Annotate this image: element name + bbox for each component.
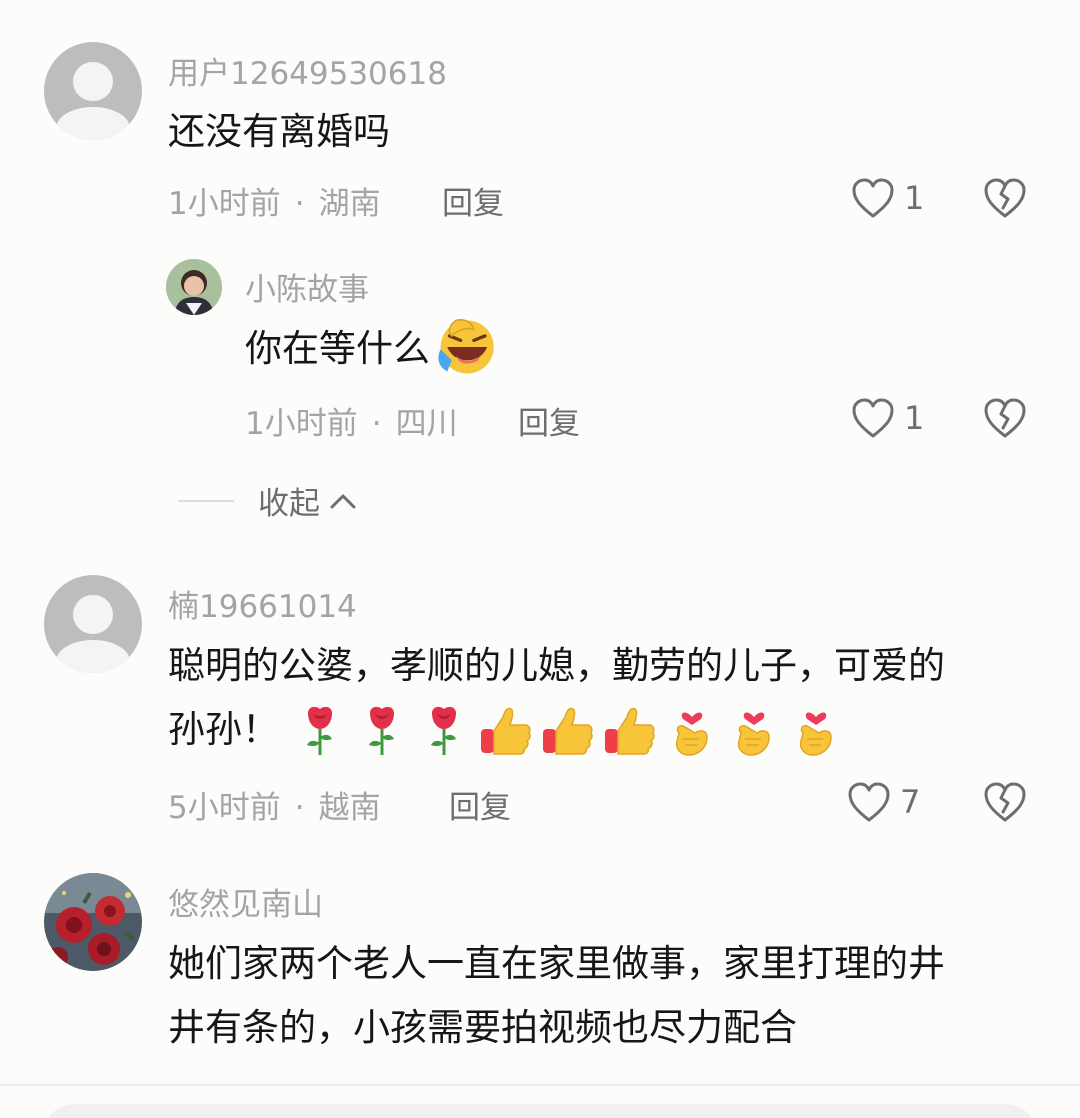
finger-heart-emoji: [675, 712, 708, 756]
rose-emoji: [431, 706, 456, 755]
broken-heart-icon: [984, 782, 1026, 822]
divider-line: [178, 499, 234, 502]
chevron-up-icon: [330, 494, 356, 508]
like-count: 1: [904, 399, 925, 437]
reply-button[interactable]: 回复: [442, 178, 504, 223]
emoji-row: [293, 703, 843, 757]
comment-text-line: 井有条的，小孩需要拍视频也尽力配合: [168, 1006, 797, 1049]
comment-text: 聪明的公婆，孝顺的儿媳，勤劳的儿子，可爱的 孙孙！: [168, 634, 1048, 762]
comment-input-bar[interactable]: [44, 1104, 1036, 1118]
comment-location: 湖南: [318, 186, 381, 222]
rose-emoji: [307, 706, 332, 755]
comment-time: 5小时前: [168, 790, 281, 826]
like-button[interactable]: 1: [850, 396, 924, 440]
comment-time: 1小时前: [168, 186, 281, 222]
thumbs-up-emoji: [543, 707, 593, 755]
heart-icon: [852, 178, 894, 218]
comment-text-line: 孙孙！: [168, 698, 1048, 762]
laughing-tears-emoji: [438, 318, 494, 374]
avatar[interactable]: [44, 873, 142, 971]
comment-text: 她们家两个老人一直在家里做事，家里打理的井 井有条的，小孩需要拍视频也尽力配合: [168, 932, 1048, 1060]
reply-button[interactable]: 回复: [449, 782, 511, 827]
input-divider: [0, 1084, 1080, 1086]
user-photo: [166, 259, 222, 315]
comment-meta: 5小时前 · 越南: [168, 790, 381, 826]
comment-text: 还没有离婚吗: [168, 110, 390, 153]
comment-text-line: 她们家两个老人一直在家里做事，家里打理的井: [168, 942, 945, 985]
dislike-button[interactable]: [982, 780, 1028, 828]
collapse-label: 收起: [258, 486, 320, 522]
like-button[interactable]: 1: [850, 176, 924, 220]
reply-username[interactable]: 小陈故事: [245, 264, 369, 309]
heart-icon: [848, 782, 890, 822]
reply-text-body: 你在等什么: [245, 327, 430, 370]
avatar[interactable]: [44, 42, 142, 140]
rose-photo: [44, 873, 142, 971]
comment-username[interactable]: 楠19661014: [168, 581, 357, 626]
comment-location: 越南: [318, 790, 381, 826]
reply-time: 1小时前: [245, 406, 358, 442]
reply-meta: 1小时前 · 四川: [245, 406, 458, 442]
comment-username[interactable]: 悠然见南山: [168, 879, 323, 924]
comment-list: 用户12649530618 还没有离婚吗 1小时前 · 湖南 回复 1 小陈故事…: [0, 0, 1080, 1118]
thumbs-up-emoji: [481, 707, 531, 755]
avatar[interactable]: [44, 575, 142, 673]
comment-text-line2: 孙孙！: [168, 708, 279, 751]
heart-icon: [852, 398, 894, 438]
comment-username[interactable]: 用户12649530618: [168, 48, 447, 93]
reply-location: 四川: [395, 406, 458, 442]
comment-meta: 1小时前 · 湖南: [168, 186, 381, 222]
dislike-button[interactable]: [982, 176, 1028, 224]
like-count: 1: [904, 179, 925, 217]
thumbs-up-emoji: [605, 707, 655, 755]
avatar[interactable]: [166, 259, 222, 315]
collapse-replies-button[interactable]: 收起: [178, 478, 358, 523]
like-button[interactable]: 7: [846, 780, 920, 824]
broken-heart-icon: [984, 178, 1026, 218]
rose-emoji: [369, 706, 394, 755]
finger-heart-emoji: [799, 712, 832, 756]
comment-text-line: 聪明的公婆，孝顺的儿媳，勤劳的儿子，可爱的: [168, 644, 945, 687]
broken-heart-icon: [984, 398, 1026, 438]
finger-heart-emoji: [737, 712, 770, 756]
reply-button[interactable]: 回复: [518, 398, 580, 443]
reply-text: 你在等什么: [245, 317, 496, 381]
like-count: 7: [900, 783, 921, 821]
dislike-button[interactable]: [982, 396, 1028, 444]
